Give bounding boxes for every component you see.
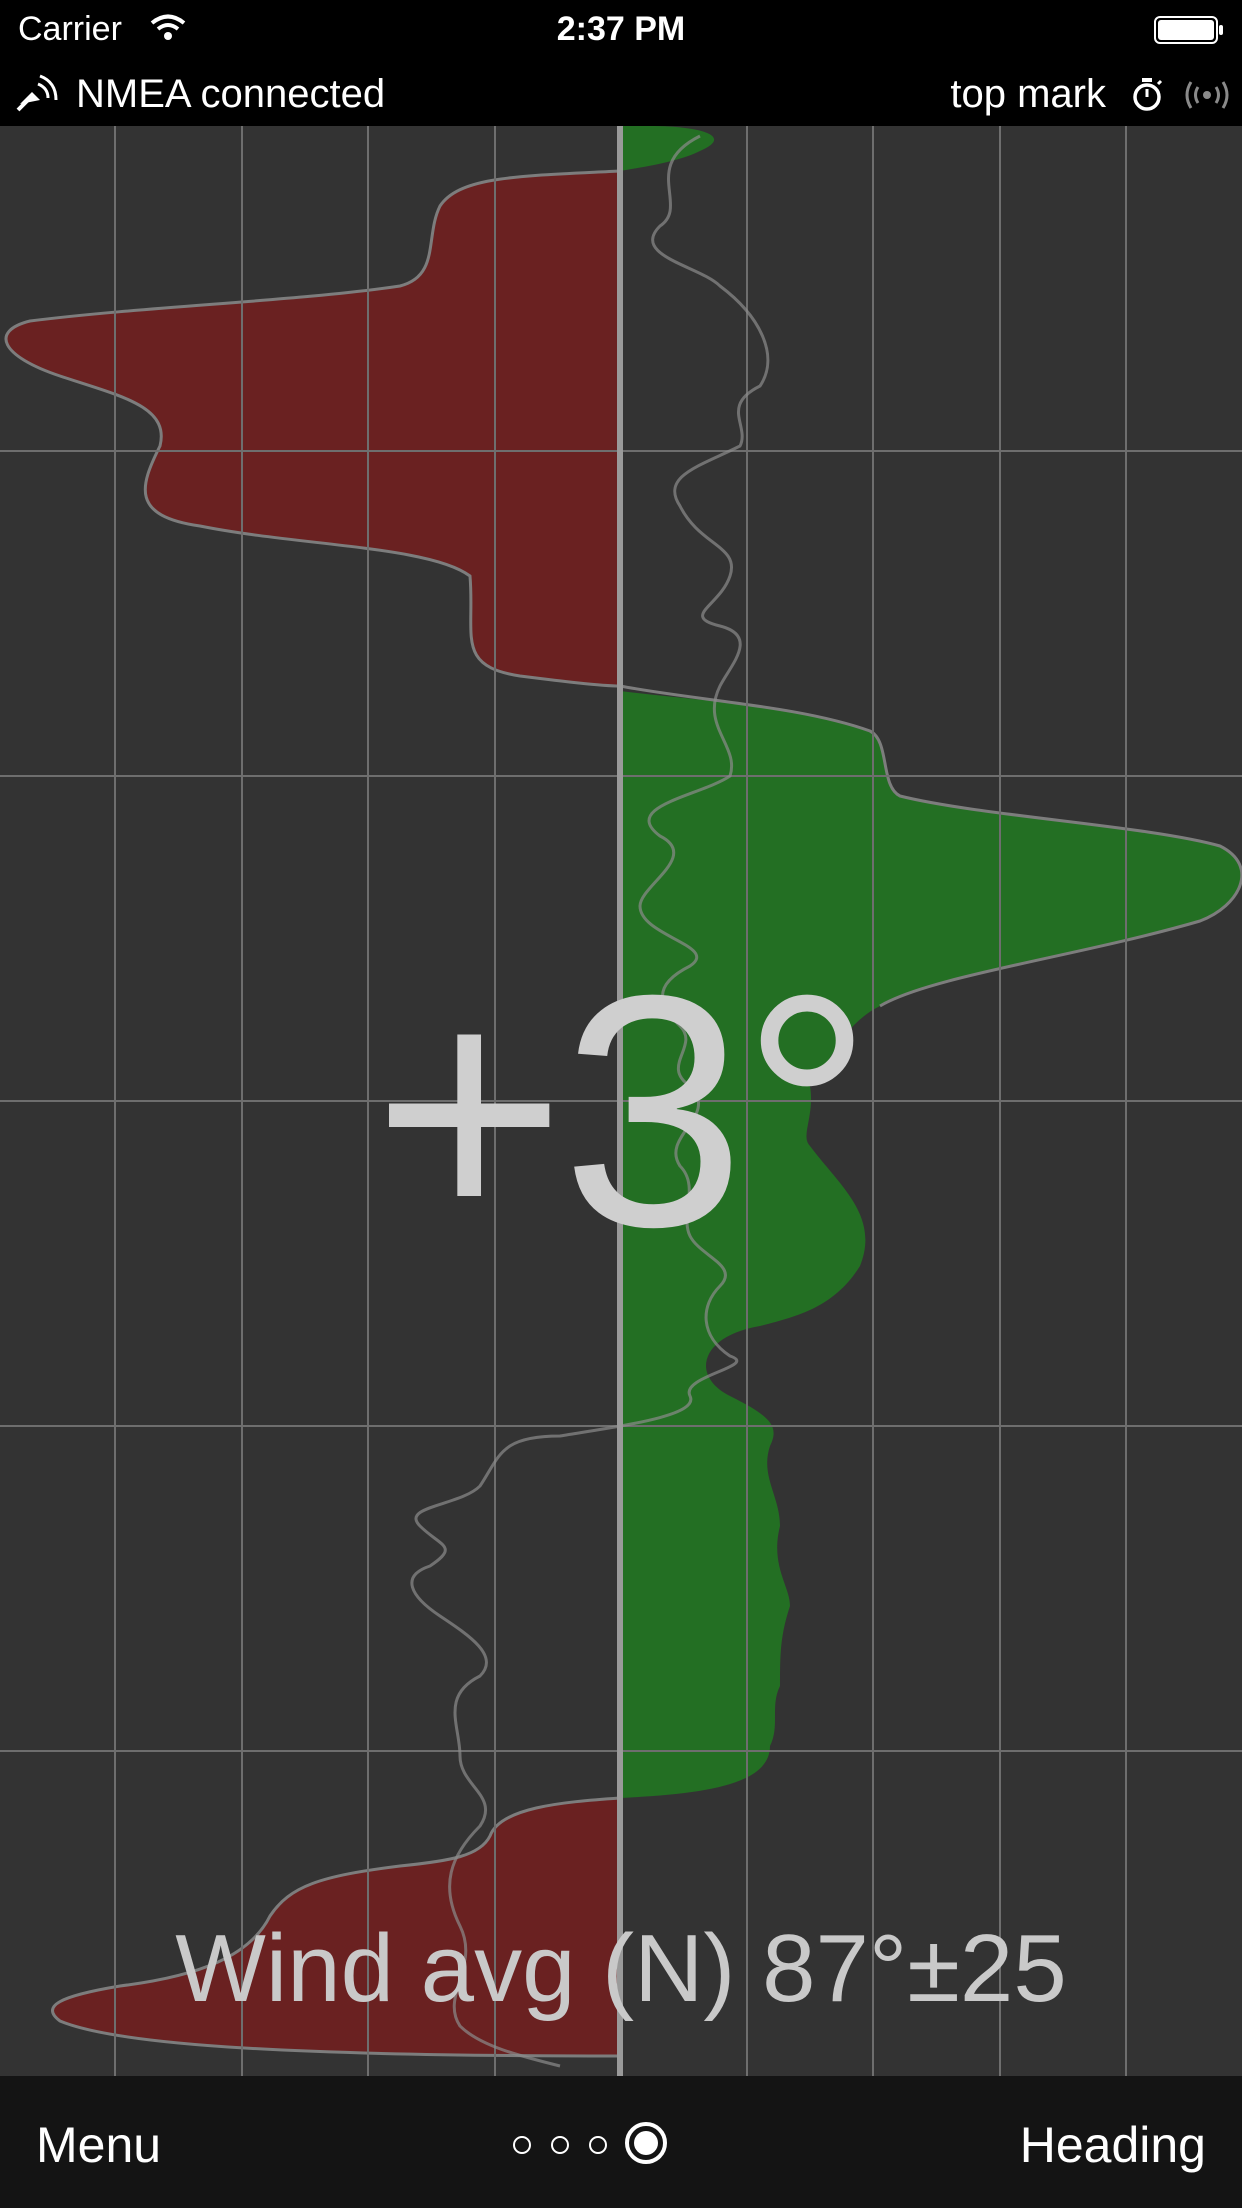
broadcast-signal-icon bbox=[1184, 80, 1230, 115]
status-bar: Carrier 2:37 PM bbox=[0, 0, 1242, 62]
connection-bar: NMEA connected top mark bbox=[0, 62, 1242, 126]
connection-status: NMEA connected bbox=[76, 72, 386, 116]
port-deviation-area bbox=[6, 171, 620, 686]
heading-deviation-plot: +3° Wind avg (N) 87°±25 bbox=[0, 126, 1242, 2076]
page-dot-4-active[interactable] bbox=[625, 2122, 667, 2164]
heading-button[interactable]: Heading bbox=[1020, 2116, 1206, 2174]
menu-button[interactable]: Menu bbox=[36, 2116, 161, 2174]
bottom-toolbar: Menu Heading bbox=[0, 2076, 1242, 2208]
page-dot-1[interactable] bbox=[513, 2136, 531, 2154]
nmea-antenna-icon bbox=[14, 74, 58, 119]
battery-icon bbox=[1154, 16, 1224, 44]
starboard-deviation-area bbox=[620, 126, 715, 171]
page-dot-2[interactable] bbox=[551, 2136, 569, 2154]
stopwatch-icon[interactable] bbox=[1130, 76, 1164, 117]
page-dot-3[interactable] bbox=[589, 2136, 607, 2154]
mark-label[interactable]: top mark bbox=[950, 72, 1106, 117]
page-indicator[interactable] bbox=[505, 2120, 745, 2166]
clock-time: 2:37 PM bbox=[556, 10, 686, 48]
wind-average-summary: Wind avg (N) 87°±25 bbox=[175, 1915, 1067, 2022]
heading-offset-value: +3° bbox=[372, 926, 873, 1295]
